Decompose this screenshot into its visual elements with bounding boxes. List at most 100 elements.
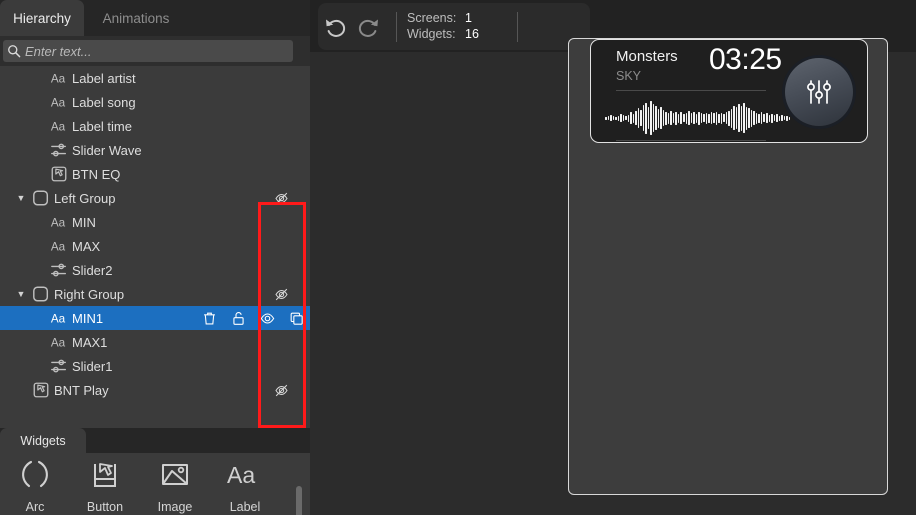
canvas[interactable]: Monsters SKY 03:25 bbox=[310, 38, 916, 515]
tree-row[interactable]: ▼AaMAX1 bbox=[0, 330, 310, 354]
hierarchy-scrollbar-track[interactable] bbox=[293, 66, 593, 428]
tree-row-label: BNT Play bbox=[54, 382, 109, 398]
waveform-bar bbox=[755, 112, 758, 124]
waveform-bar bbox=[740, 105, 743, 131]
tree-row[interactable]: ▼ Right Group bbox=[0, 282, 310, 306]
redo-icon bbox=[358, 19, 378, 37]
widget-item-arc[interactable]: Arc bbox=[0, 453, 70, 514]
waveform-bar bbox=[760, 112, 763, 124]
tree-row[interactable]: ▼AaLabel song bbox=[0, 90, 310, 114]
tab-animations[interactable]: Animations bbox=[84, 0, 188, 36]
waveform-bar bbox=[723, 114, 725, 122]
waveform-bar bbox=[700, 113, 703, 123]
tree-row-label: MAX bbox=[72, 238, 101, 254]
waveform-bar bbox=[670, 111, 672, 125]
waveform-bar bbox=[710, 112, 713, 124]
unlock-button[interactable] bbox=[231, 311, 246, 326]
tree-row[interactable]: ▼AaMIN bbox=[0, 210, 310, 234]
tree-row-label: Label time bbox=[72, 118, 132, 134]
tree-row-label: MAX1 bbox=[72, 334, 108, 350]
search-box[interactable] bbox=[3, 40, 293, 62]
label-icon: Aa bbox=[46, 213, 72, 231]
redo-button[interactable] bbox=[352, 10, 386, 44]
waveform-bar bbox=[680, 112, 682, 124]
waveform-bar bbox=[693, 112, 695, 124]
waveform-bar bbox=[768, 114, 771, 122]
slider-icon bbox=[46, 141, 72, 159]
visibility-off-button[interactable] bbox=[274, 282, 289, 306]
widget-item-image[interactable]: Image bbox=[140, 453, 210, 514]
waveform-bar bbox=[778, 115, 781, 121]
waveform-bar bbox=[620, 114, 622, 122]
tab-widgets[interactable]: Widgets bbox=[0, 428, 86, 453]
tab-animations-label: Animations bbox=[102, 10, 170, 26]
waveform-bar bbox=[610, 115, 612, 121]
label-icon: Aa bbox=[46, 69, 72, 87]
waveform-bar bbox=[715, 111, 718, 125]
screens-stat: Screens: 1 bbox=[407, 11, 479, 26]
waveform-bar bbox=[730, 108, 733, 128]
tree-row[interactable]: ▼Slider Wave bbox=[0, 138, 310, 162]
chevron-down-icon[interactable]: ▼ bbox=[14, 289, 28, 299]
tab-widgets-label: Widgets bbox=[20, 433, 66, 448]
tree-row[interactable]: ▼AaMAX bbox=[0, 234, 310, 258]
visibility-off-button[interactable] bbox=[274, 378, 289, 402]
tree-row[interactable]: ▼AaMIN1 bbox=[0, 306, 310, 330]
button-eq[interactable] bbox=[785, 58, 853, 126]
tree-row-label: Right Group bbox=[54, 286, 125, 302]
slider-wave[interactable] bbox=[605, 98, 791, 138]
tab-hierarchy[interactable]: Hierarchy bbox=[0, 0, 84, 36]
widgets-count-value: 16 bbox=[465, 27, 479, 41]
tree-row[interactable]: ▼BNT Play bbox=[0, 378, 310, 402]
button-icon bbox=[88, 459, 122, 496]
svg-text:Aa: Aa bbox=[51, 241, 66, 254]
label-icon: Aa bbox=[46, 309, 72, 327]
waveform-bar bbox=[650, 101, 652, 135]
widgets-scrollbar-thumb[interactable] bbox=[296, 486, 302, 515]
tree-row[interactable]: ▼ Left Group bbox=[0, 186, 310, 210]
waveform-bar bbox=[612, 116, 615, 120]
undo-button[interactable] bbox=[318, 10, 352, 44]
tree-row-label: Slider2 bbox=[72, 262, 113, 278]
label-song: Monsters bbox=[616, 48, 678, 65]
waveform-bar bbox=[667, 112, 670, 124]
tree-row[interactable]: ▼AaLabel time bbox=[0, 114, 310, 138]
tree-row-label: Left Group bbox=[54, 190, 116, 206]
waveform-bar bbox=[766, 113, 768, 123]
divider-top bbox=[616, 90, 766, 91]
waveform-bar bbox=[781, 115, 783, 121]
waveform-bar bbox=[632, 113, 635, 123]
waveform-bar bbox=[748, 108, 750, 128]
hierarchy-tree[interactable]: ▼AaLabel artist▼AaLabel song▼AaLabel tim… bbox=[0, 66, 310, 428]
waveform-bar bbox=[647, 107, 650, 129]
widgets-tabbar: Widgets bbox=[0, 428, 310, 453]
waveform-bar bbox=[703, 114, 705, 122]
waveform-bar bbox=[720, 112, 723, 124]
tree-row[interactable]: ▼Slider1 bbox=[0, 354, 310, 378]
label-icon: Aa bbox=[46, 237, 72, 255]
waveform-bar bbox=[735, 107, 738, 129]
visibility-button[interactable] bbox=[260, 311, 275, 326]
tree-row[interactable]: ▼BTN EQ bbox=[0, 162, 310, 186]
waveform-bar bbox=[783, 116, 786, 120]
widget-item-button[interactable]: Button bbox=[70, 453, 140, 514]
toolbar-divider-1 bbox=[396, 11, 397, 42]
screen-frame[interactable]: Monsters SKY 03:25 bbox=[568, 38, 888, 495]
waveform-bar bbox=[665, 111, 667, 125]
visibility-off-button[interactable] bbox=[274, 186, 289, 210]
tree-row-label: Slider Wave bbox=[72, 142, 142, 158]
music-player-widget[interactable]: Monsters SKY 03:25 bbox=[590, 39, 868, 143]
widget-item-label[interactable]: Aa Label bbox=[210, 453, 280, 514]
chevron-down-icon[interactable]: ▼ bbox=[14, 193, 28, 203]
waveform-bar bbox=[640, 110, 642, 126]
search-input[interactable] bbox=[25, 43, 293, 59]
waveform-bar bbox=[773, 115, 776, 121]
widget-item-image-label: Image bbox=[157, 500, 193, 514]
waveform-bar bbox=[786, 115, 788, 121]
waveform-bar bbox=[688, 111, 690, 125]
waveform-bar bbox=[698, 111, 700, 125]
delete-button[interactable] bbox=[202, 311, 217, 326]
tree-row[interactable]: ▼Slider2 bbox=[0, 258, 310, 282]
tree-row[interactable]: ▼AaLabel artist bbox=[0, 66, 310, 90]
arc-icon bbox=[18, 459, 52, 496]
